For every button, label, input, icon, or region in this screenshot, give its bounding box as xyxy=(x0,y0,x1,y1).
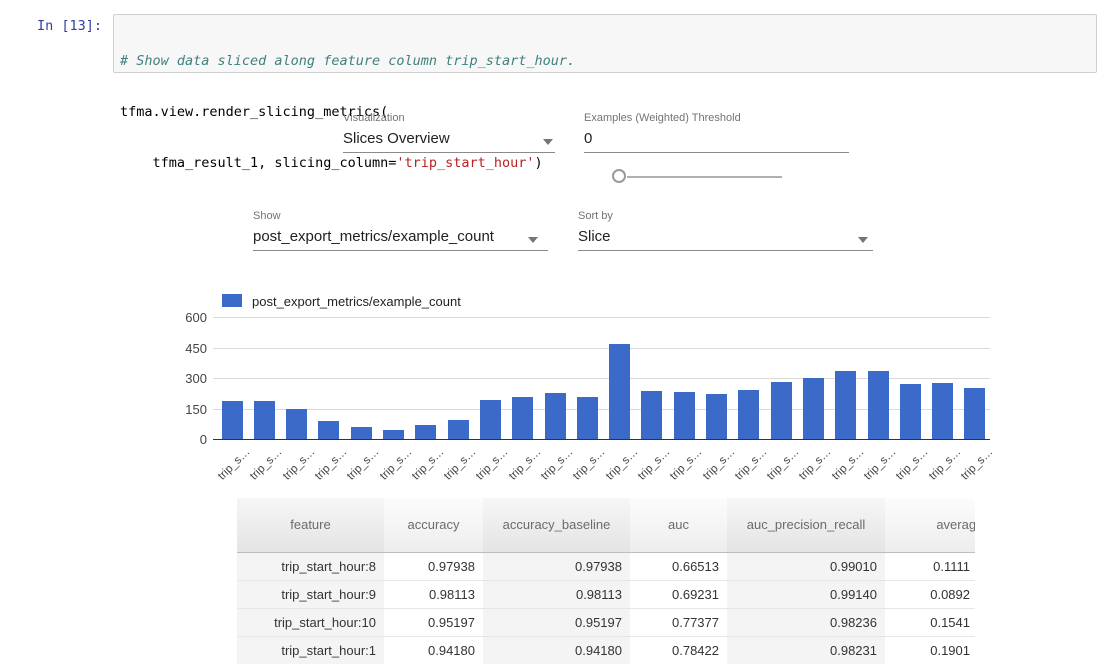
chart-bar[interactable] xyxy=(674,392,695,439)
y-axis-tick-label: 600 xyxy=(173,310,207,325)
table-row[interactable]: trip_start_hour:80.979380.979380.665130.… xyxy=(237,552,975,580)
chart-bar[interactable] xyxy=(641,391,662,439)
chart-bar[interactable] xyxy=(577,397,598,439)
chart-bar[interactable] xyxy=(512,397,533,439)
chart-bar[interactable] xyxy=(706,394,727,439)
chart-bar[interactable] xyxy=(964,388,985,439)
table-header-row: featureaccuracyaccuracy_baselineaucauc_p… xyxy=(237,498,975,552)
chart-bar[interactable] xyxy=(932,383,953,439)
table-header-cell[interactable]: accuracy_baseline xyxy=(483,498,630,552)
table-header-cell[interactable]: auc_precision_recall xyxy=(727,498,885,552)
table-row[interactable]: trip_start_hour:90.981130.981130.692310.… xyxy=(237,580,975,608)
y-axis-tick-label: 300 xyxy=(173,371,207,386)
chart-bar[interactable] xyxy=(480,400,501,439)
table-cell: 0.94180 xyxy=(483,636,630,664)
chart-bar[interactable] xyxy=(738,390,759,439)
table-cell: 0.97938 xyxy=(483,552,630,580)
table-cell: 0.95197 xyxy=(384,608,483,636)
chart-bar[interactable] xyxy=(448,420,469,439)
table-header-cell[interactable]: average_loss xyxy=(885,498,975,552)
chart-bar[interactable] xyxy=(900,384,921,439)
table-cell: 0.1541 xyxy=(885,608,975,636)
table-cell: 0.1901 xyxy=(885,636,975,664)
table-cell: 0.99140 xyxy=(727,580,885,608)
chart-bar[interactable] xyxy=(868,371,889,439)
table-body: trip_start_hour:80.979380.979380.665130.… xyxy=(237,552,975,664)
x-axis-line xyxy=(213,439,990,440)
table-cell: 0.97938 xyxy=(384,552,483,580)
table-header-cell[interactable]: accuracy xyxy=(384,498,483,552)
chart-bar[interactable] xyxy=(771,382,792,439)
y-axis-tick-label: 150 xyxy=(173,402,207,417)
table-cell: 0.69231 xyxy=(630,580,727,608)
table-cell: 0.66513 xyxy=(630,552,727,580)
table-cell: 0.95197 xyxy=(483,608,630,636)
table-cell: trip_start_hour:1 xyxy=(237,636,384,664)
chart-bar[interactable] xyxy=(318,421,339,439)
metrics-table: featureaccuracyaccuracy_baselineaucauc_p… xyxy=(237,498,975,664)
y-axis-tick-label: 450 xyxy=(173,341,207,356)
gridline xyxy=(213,348,990,349)
table-cell: trip_start_hour:9 xyxy=(237,580,384,608)
chart-bar[interactable] xyxy=(286,409,307,439)
table-cell: 0.99010 xyxy=(727,552,885,580)
table-header-cell[interactable]: auc xyxy=(630,498,727,552)
table-cell: 0.98113 xyxy=(384,580,483,608)
table-cell: 0.98231 xyxy=(727,636,885,664)
table-cell: 0.98113 xyxy=(483,580,630,608)
table-cell: 0.78422 xyxy=(630,636,727,664)
y-axis-tick-label: 0 xyxy=(173,432,207,447)
chart-bar[interactable] xyxy=(222,401,243,439)
chart-bar[interactable] xyxy=(545,393,566,439)
chart-bar[interactable] xyxy=(415,425,436,439)
tfma-notebook-page: In [13]: # Show data sliced along featur… xyxy=(0,0,1111,668)
table-cell: trip_start_hour:10 xyxy=(237,608,384,636)
table-cell: 0.98236 xyxy=(727,608,885,636)
table-cell: 0.77377 xyxy=(630,608,727,636)
table-cell: trip_start_hour:8 xyxy=(237,552,384,580)
table-cell: 0.1111 xyxy=(885,552,975,580)
chart-bar[interactable] xyxy=(383,430,404,439)
table-header-cell[interactable]: feature xyxy=(237,498,384,552)
table-row[interactable]: trip_start_hour:10.941800.941800.784220.… xyxy=(237,636,975,664)
chart-bar[interactable] xyxy=(803,378,824,439)
table-cell: 0.0892 xyxy=(885,580,975,608)
chart-bar[interactable] xyxy=(835,371,856,439)
chart-bar[interactable] xyxy=(254,401,275,439)
chart-bar[interactable] xyxy=(351,427,372,439)
gridline xyxy=(213,317,990,318)
table-cell: 0.94180 xyxy=(384,636,483,664)
metrics-table-container: featureaccuracyaccuracy_baselineaucauc_p… xyxy=(237,498,975,668)
chart-bar[interactable] xyxy=(609,344,630,439)
table-row[interactable]: trip_start_hour:100.951970.951970.773770… xyxy=(237,608,975,636)
